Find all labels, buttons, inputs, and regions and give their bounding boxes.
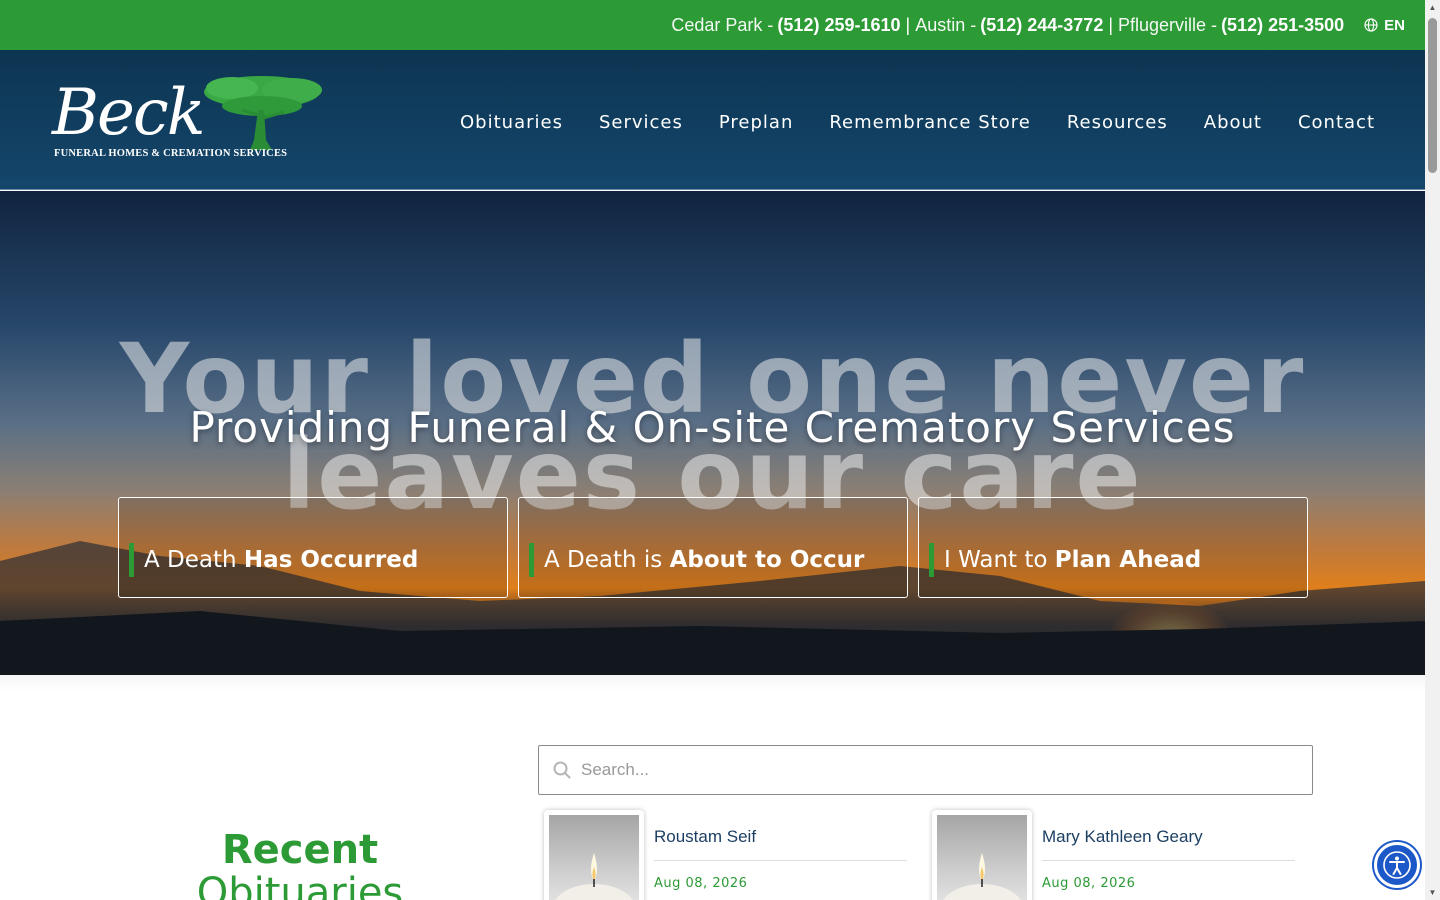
candle-image xyxy=(549,815,639,900)
obituary-name-link[interactable]: Mary Kathleen Geary xyxy=(1042,827,1203,847)
cta-bold: About to Occur xyxy=(669,546,865,573)
page: Cedar Park - (512) 259-1610 | Austin - (… xyxy=(0,0,1440,900)
recent-obituaries-section: Recent Obituaries Rou xyxy=(0,675,1425,900)
nav-preplan[interactable]: Preplan xyxy=(719,112,793,133)
search-icon xyxy=(553,761,571,779)
language-selector[interactable]: EN xyxy=(1364,17,1405,34)
language-label: EN xyxy=(1384,16,1405,34)
search-input[interactable] xyxy=(581,760,1281,780)
obituary-date: Aug 08, 2026 xyxy=(654,876,748,891)
location-pflugerville-label: Pflugerville - xyxy=(1118,14,1218,35)
phone-cedar-park-link[interactable]: (512) 259-1610 xyxy=(777,15,900,36)
cta-prefix: A Death is xyxy=(544,546,663,573)
separator: | xyxy=(905,14,911,35)
heading-line1: Recent xyxy=(221,827,379,873)
divider xyxy=(654,860,907,861)
obituary-search xyxy=(538,745,1313,795)
candle-image xyxy=(937,815,1027,900)
cta-plan-ahead-button[interactable]: I Want to Plan Ahead xyxy=(918,497,1308,598)
hero-banner: Your loved one never leaves our care Pro… xyxy=(0,191,1425,675)
cta-prefix: I Want to xyxy=(944,546,1048,573)
nav-resources[interactable]: Resources xyxy=(1067,112,1168,133)
scroll-up-arrow-icon[interactable]: ▲ xyxy=(1428,3,1437,12)
accessibility-icon xyxy=(1383,851,1411,879)
obituary-photo[interactable] xyxy=(544,810,644,900)
globe-icon xyxy=(1364,18,1378,32)
nav-obituaries[interactable]: Obituaries xyxy=(460,112,563,133)
nav-about[interactable]: About xyxy=(1204,112,1262,133)
obituary-name-link[interactable]: Roustam Seif xyxy=(654,827,756,847)
cta-bold: Plan Ahead xyxy=(1054,546,1202,573)
nav-contact[interactable]: Contact xyxy=(1298,112,1375,133)
obituary-card[interactable]: Roustam Seif Aug 08, 2026 xyxy=(538,810,908,900)
cta-label: A Death Has Occurred xyxy=(144,547,418,573)
phone-pflugerville-link[interactable]: (512) 251-3500 xyxy=(1221,15,1344,36)
heading-line2: Obituaries xyxy=(196,870,404,900)
obituary-photo[interactable] xyxy=(932,810,1032,900)
hero-subtitle: Providing Funeral & On-site Crematory Se… xyxy=(189,403,1236,452)
cta-label: A Death is About to Occur xyxy=(544,547,864,573)
recent-obituaries-heading: Recent Obituaries xyxy=(0,827,600,900)
nav-remembrance-store[interactable]: Remembrance Store xyxy=(829,112,1030,133)
page-scrollbar[interactable]: ▲ ▼ xyxy=(1425,0,1440,900)
candle-icon xyxy=(943,853,1021,900)
separator: | xyxy=(1108,14,1114,35)
nav-services[interactable]: Services xyxy=(599,112,683,133)
candle-icon xyxy=(555,853,633,900)
location-austin-label: Austin - xyxy=(915,14,977,35)
logo[interactable]: Beck FUNERAL HOMES & CREMATION SERVICES xyxy=(52,70,322,165)
logo-tagline: FUNERAL HOMES & CREMATION SERVICES xyxy=(54,148,288,159)
obituary-date: Aug 08, 2026 xyxy=(1042,876,1136,891)
obituary-card[interactable]: Mary Kathleen Geary Aug 08, 2026 xyxy=(926,810,1296,900)
cta-accent-bar xyxy=(529,542,534,577)
cta-accent-bar xyxy=(929,542,934,577)
main-nav: Obituaries Services Preplan Remembrance … xyxy=(424,112,1375,133)
cta-label: I Want to Plan Ahead xyxy=(944,547,1201,573)
top-contact-bar: Cedar Park - (512) 259-1610 | Austin - (… xyxy=(0,0,1425,50)
phone-austin-link[interactable]: (512) 244-3772 xyxy=(980,15,1103,36)
cta-death-about-to-occur-button[interactable]: A Death is About to Occur xyxy=(518,497,908,598)
divider xyxy=(1042,860,1295,861)
accessibility-button[interactable] xyxy=(1374,842,1420,888)
location-cedar-park-label: Cedar Park - xyxy=(671,14,774,35)
logo-script-text: Beck xyxy=(52,76,206,150)
cta-death-occurred-button[interactable]: A Death Has Occurred xyxy=(118,497,508,598)
tree-logo-icon xyxy=(204,76,322,150)
cta-accent-bar xyxy=(129,542,134,577)
cta-prefix: A Death xyxy=(144,546,237,573)
site-header: Beck FUNERAL HOMES & CREMATION SERVICES … xyxy=(0,50,1425,190)
scroll-down-arrow-icon[interactable]: ▼ xyxy=(1428,888,1437,897)
cta-bold: Has Occurred xyxy=(243,546,419,573)
scrollbar-thumb[interactable] xyxy=(1428,18,1437,173)
